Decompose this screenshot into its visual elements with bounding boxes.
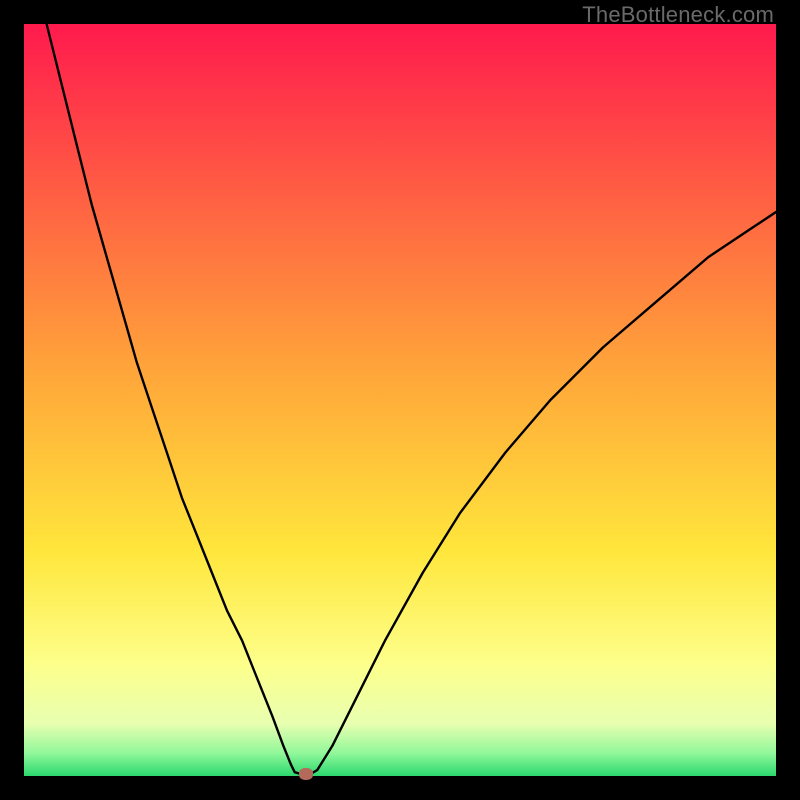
chart-frame: [24, 24, 776, 776]
chart-svg: [24, 24, 776, 776]
gradient-background: [24, 24, 776, 776]
watermark-text: TheBottleneck.com: [582, 2, 774, 28]
optimal-point-marker: [299, 768, 313, 780]
